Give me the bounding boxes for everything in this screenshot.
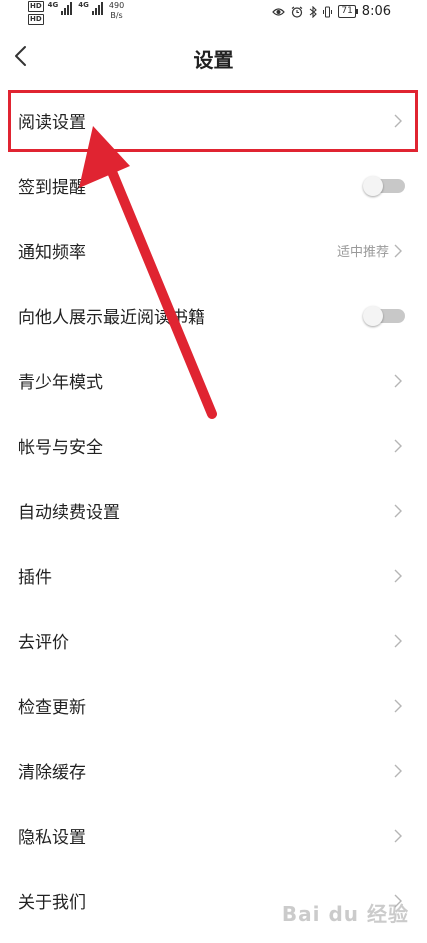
- status-right: 71 8:06: [272, 4, 391, 19]
- vibrate-icon: [323, 6, 333, 17]
- menu-item-sign-in-reminder: 签到提醒: [0, 153, 427, 218]
- menu-item-label: 检查更新: [18, 698, 86, 718]
- menu-item-clear-cache[interactable]: 清除缓存: [0, 738, 427, 803]
- status-time: 8:06: [361, 4, 391, 19]
- hd-badge-top: HD: [28, 1, 44, 12]
- menu-item-label: 签到提醒: [18, 178, 86, 198]
- menu-item-check-update[interactable]: 检查更新: [0, 673, 427, 738]
- net-speed-unit: B/s: [110, 11, 123, 20]
- status-left: HD HD 4G 4G 490 B/s: [28, 1, 124, 25]
- signal-1-label: 4G: [47, 1, 59, 9]
- toggle-knob: [363, 175, 383, 196]
- menu-item-notification-frequency[interactable]: 通知频率 适中推荐: [0, 218, 427, 283]
- menu-item-label: 青少年模式: [18, 373, 103, 393]
- menu-item-label: 帐号与安全: [18, 438, 103, 458]
- menu-item-label: 隐私设置: [18, 828, 86, 848]
- sign-in-reminder-toggle[interactable]: [363, 175, 405, 196]
- menu-item-label: 通知频率: [18, 243, 86, 263]
- menu-item-account-security[interactable]: 帐号与安全: [0, 413, 427, 478]
- menu-item-label: 向他人展示最近阅读书籍: [18, 308, 205, 328]
- net-speed: 490 B/s: [109, 1, 124, 21]
- menu-item-label: 阅读设置: [18, 113, 86, 133]
- page-title: 设置: [193, 48, 234, 72]
- bluetooth-icon: [309, 5, 318, 18]
- chevron-right-icon: [394, 244, 402, 257]
- hd-indicator: HD HD: [28, 1, 44, 25]
- toggle-knob: [363, 305, 383, 326]
- menu-item-plugins[interactable]: 插件: [0, 543, 427, 608]
- chevron-right-icon: [394, 114, 402, 127]
- signal-2-icon: 4G: [78, 1, 103, 15]
- show-recent-books-toggle[interactable]: [363, 305, 405, 326]
- menu-item-show-recent-books: 向他人展示最近阅读书籍: [0, 283, 427, 348]
- menu-item-auto-renew[interactable]: 自动续费设置: [0, 478, 427, 543]
- header-bar: 设置: [0, 30, 427, 86]
- signal-2-label: 4G: [78, 1, 89, 9]
- menu-item-teen-mode[interactable]: 青少年模式: [0, 348, 427, 413]
- chevron-right-icon: [394, 699, 402, 712]
- menu-item-label: 插件: [18, 568, 52, 588]
- baidu-watermark: Bai du 经验: [281, 902, 409, 926]
- status-bar: HD HD 4G 4G 490 B/s 71 8:06: [0, 0, 427, 26]
- menu-item-label: 自动续费设置: [18, 503, 120, 523]
- battery-icon: 71: [338, 5, 359, 18]
- settings-list: 阅读设置 签到提醒 通知频率 适中推荐 向他人展示最近阅读书籍 青少年模式 帐号…: [0, 88, 427, 933]
- menu-item-rate-app[interactable]: 去评价: [0, 608, 427, 673]
- chevron-right-icon: [394, 439, 402, 452]
- chevron-right-icon: [394, 764, 402, 777]
- menu-item-privacy-settings[interactable]: 隐私设置: [0, 803, 427, 868]
- menu-item-label: 去评价: [18, 633, 69, 653]
- signal-1-icon: 4G: [48, 1, 73, 15]
- menu-item-reading-settings[interactable]: 阅读设置: [0, 88, 427, 153]
- hd-badge-bottom: HD: [28, 14, 44, 25]
- menu-item-label: 关于我们: [18, 893, 86, 913]
- chevron-right-icon: [394, 374, 402, 387]
- chevron-right-icon: [394, 634, 402, 647]
- net-speed-value: 490: [108, 1, 125, 10]
- notification-frequency-value: 适中推荐: [336, 245, 389, 260]
- menu-item-label: 清除缓存: [18, 763, 86, 783]
- alarm-icon: [292, 6, 303, 18]
- chevron-right-icon: [394, 829, 402, 842]
- eye-icon: [272, 7, 286, 16]
- chevron-right-icon: [394, 504, 402, 517]
- chevron-right-icon: [394, 569, 402, 582]
